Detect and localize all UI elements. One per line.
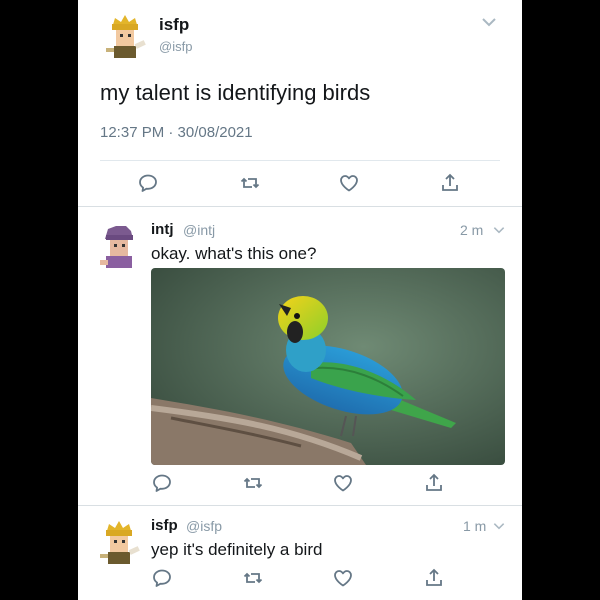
cartoon-avatar-yellow-hair-icon — [100, 521, 140, 564]
chevron-down-icon[interactable] — [492, 223, 506, 237]
tweet-thread: isfp @isfp my talent is identifying bird… — [78, 0, 522, 600]
cartoon-avatar-purple-hair-icon — [100, 226, 133, 268]
chevron-down-icon[interactable] — [480, 13, 498, 31]
tweet-timestamp[interactable]: 12:37 PM · 30/08/2021 — [100, 124, 253, 141]
retweet-icon[interactable] — [242, 567, 264, 589]
reply-icon[interactable] — [151, 472, 173, 494]
avatar[interactable] — [96, 518, 142, 564]
tweet-age: 2 m — [460, 222, 484, 238]
display-name[interactable]: intj — [151, 221, 174, 238]
share-icon[interactable] — [439, 172, 461, 194]
like-icon[interactable] — [332, 472, 354, 494]
divider — [100, 160, 500, 161]
avatar[interactable] — [102, 12, 148, 58]
reply-icon[interactable] — [151, 567, 173, 589]
share-icon[interactable] — [423, 472, 445, 494]
reply-icon[interactable] — [137, 172, 159, 194]
tweet-text: my talent is identifying birds — [100, 80, 371, 105]
bird-photo — [151, 268, 505, 465]
display-name[interactable]: isfp — [159, 15, 189, 35]
tweet-age: 1 m — [463, 518, 487, 534]
cartoon-avatar-yellow-hair-icon — [106, 15, 146, 58]
divider — [78, 206, 522, 207]
retweet-icon[interactable] — [242, 472, 264, 494]
tweet-text: okay. what's this one? — [151, 244, 317, 263]
tweet-text: yep it's definitely a bird — [151, 540, 323, 559]
chevron-down-icon[interactable] — [492, 519, 506, 533]
user-handle[interactable]: @intj — [183, 222, 215, 238]
retweet-icon[interactable] — [239, 172, 261, 194]
share-icon[interactable] — [423, 567, 445, 589]
like-icon[interactable] — [332, 567, 354, 589]
avatar[interactable] — [96, 222, 142, 268]
user-handle[interactable]: @isfp — [186, 518, 222, 534]
divider — [78, 505, 522, 506]
like-icon[interactable] — [338, 172, 360, 194]
user-handle[interactable]: @isfp — [159, 39, 192, 54]
tweet-image[interactable] — [151, 268, 505, 465]
display-name[interactable]: isfp — [151, 517, 178, 534]
